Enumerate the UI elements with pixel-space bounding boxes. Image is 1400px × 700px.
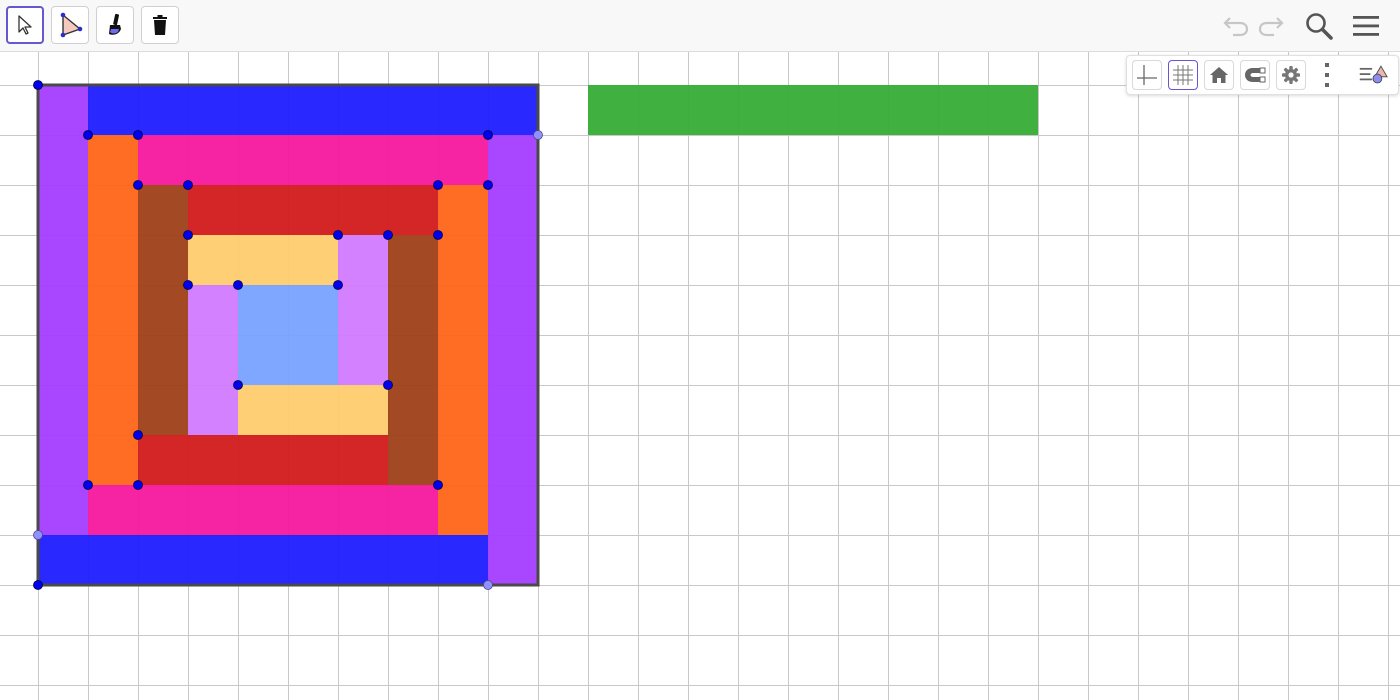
bottom-pink-bar[interactable] (88, 485, 438, 535)
search-icon (1306, 13, 1333, 40)
trash-icon (153, 15, 167, 35)
right-orange-bar[interactable] (438, 185, 488, 535)
graphics-settings-button[interactable] (1276, 60, 1306, 90)
graphics-style-bar (1126, 55, 1399, 95)
arrow-cursor-icon (18, 15, 32, 35)
left-violet-bar[interactable] (38, 85, 88, 535)
right-lilac-bar[interactable] (338, 235, 388, 385)
redo-icon (1258, 17, 1284, 37)
delete-tool-button[interactable] (141, 6, 179, 44)
point[interactable] (183, 280, 193, 290)
right-brown-bar[interactable] (388, 235, 438, 485)
point[interactable] (383, 380, 393, 390)
polygon-tool-button[interactable] (51, 6, 89, 44)
toolbar (0, 0, 1400, 52)
point[interactable] (183, 230, 193, 240)
point[interactable] (433, 180, 443, 190)
point[interactable] (33, 80, 43, 90)
point[interactable] (83, 130, 93, 140)
point[interactable] (33, 580, 43, 590)
point[interactable] (133, 130, 143, 140)
point[interactable] (183, 180, 193, 190)
more-vertical-icon (1325, 63, 1329, 87)
drawing-canvas[interactable] (0, 52, 1400, 700)
point[interactable] (483, 180, 493, 190)
point[interactable] (133, 480, 143, 490)
center-blue-square[interactable] (238, 285, 338, 385)
bottom-blue-bar[interactable] (38, 535, 488, 585)
gear-icon (1282, 66, 1300, 84)
point[interactable] (133, 430, 143, 440)
bottom-peach-bar[interactable] (238, 385, 388, 435)
paintbrush-icon (109, 13, 121, 35)
point[interactable] (433, 230, 443, 240)
right-violet-bar[interactable] (488, 135, 538, 585)
home-icon (1210, 67, 1228, 83)
bottom-red-bar[interactable] (138, 435, 388, 485)
redo-button[interactable] (1254, 8, 1290, 44)
search-button[interactable] (1301, 8, 1337, 44)
point[interactable] (333, 230, 343, 240)
point[interactable] (433, 480, 443, 490)
dependent-point[interactable] (533, 130, 543, 140)
point[interactable] (483, 130, 493, 140)
point[interactable] (133, 180, 143, 190)
more-options-button[interactable] (1312, 60, 1342, 90)
left-brown-bar[interactable] (138, 185, 188, 435)
main-menu-button[interactable] (1348, 8, 1384, 44)
point[interactable] (233, 380, 243, 390)
undo-button[interactable] (1217, 8, 1253, 44)
top-blue-bar[interactable] (88, 85, 538, 135)
grid-toggle-button[interactable] (1168, 60, 1198, 90)
point-capturing-button[interactable] (1240, 60, 1270, 90)
move-tool-button[interactable] (6, 6, 44, 44)
top-peach-bar[interactable] (188, 235, 338, 285)
grid-toggle-icon (1173, 65, 1193, 85)
green-bar[interactable] (588, 85, 1038, 135)
undo-icon (1223, 17, 1249, 37)
graphics-view[interactable] (0, 52, 1400, 700)
top-pink-bar[interactable] (138, 135, 488, 185)
point[interactable] (233, 280, 243, 290)
dependent-point[interactable] (483, 580, 493, 590)
top-red-bar[interactable] (188, 185, 438, 235)
magnet-snap-icon (1245, 67, 1266, 83)
polygon-icon (60, 12, 83, 38)
left-lilac-bar[interactable] (188, 285, 238, 435)
axes-toggle-icon (1137, 65, 1157, 85)
standard-view-button[interactable] (1204, 60, 1234, 90)
axes-toggle-button[interactable] (1132, 60, 1162, 90)
style-tool-button[interactable] (96, 6, 134, 44)
dependent-point[interactable] (33, 530, 43, 540)
point[interactable] (383, 230, 393, 240)
hamburger-menu-icon (1353, 16, 1379, 36)
toggle-style-bar-icon (1359, 65, 1388, 84)
toggle-style-bar-button[interactable] (1358, 60, 1388, 90)
point[interactable] (83, 480, 93, 490)
left-orange-bar[interactable] (88, 135, 138, 485)
point[interactable] (333, 280, 343, 290)
